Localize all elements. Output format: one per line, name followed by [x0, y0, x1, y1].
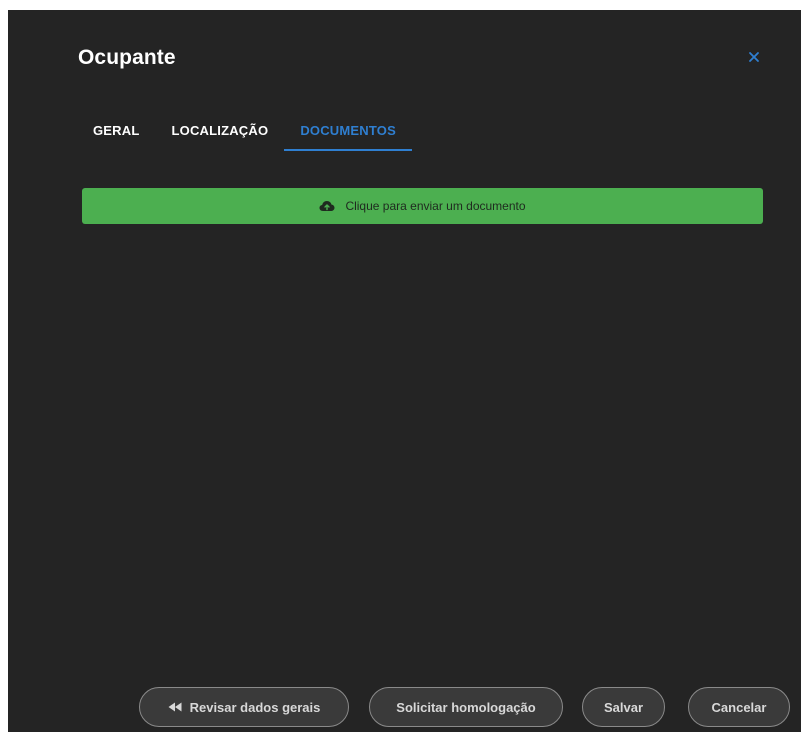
- tab-localizacao[interactable]: LOCALIZAÇÃO: [156, 110, 285, 150]
- tab-bar: GERAL LOCALIZAÇÃO DOCUMENTOS: [78, 110, 412, 152]
- occupant-dialog: Ocupante GERAL LOCALIZAÇÃO DOCUMENTOS Cl…: [8, 10, 801, 732]
- dialog-title: Ocupante: [78, 46, 176, 69]
- upload-label: Clique para enviar um documento: [345, 199, 526, 213]
- cloud-upload-icon: [319, 201, 335, 211]
- close-icon: [749, 52, 759, 62]
- close-button[interactable]: [745, 48, 763, 66]
- cancel-button[interactable]: Cancelar: [688, 687, 790, 727]
- tab-geral[interactable]: GERAL: [78, 110, 156, 150]
- rewind-icon: [168, 702, 182, 712]
- upload-document-button[interactable]: Clique para enviar um documento: [82, 188, 763, 224]
- save-button[interactable]: Salvar: [582, 687, 665, 727]
- review-label: Revisar dados gerais: [189, 699, 321, 715]
- request-homologation-button[interactable]: Solicitar homologação: [369, 687, 563, 727]
- review-general-data-button[interactable]: Revisar dados gerais: [139, 687, 349, 727]
- tab-documentos[interactable]: DOCUMENTOS: [284, 110, 412, 151]
